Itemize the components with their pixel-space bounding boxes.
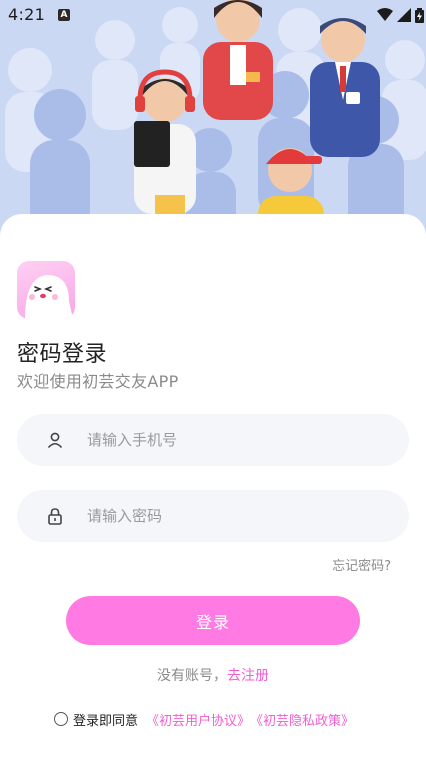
lock-icon <box>48 508 62 525</box>
cell-signal-icon <box>397 8 411 22</box>
privacy-policy-link[interactable]: 《初芸隐私政策》 <box>250 710 354 729</box>
password-field[interactable] <box>17 490 409 542</box>
status-bar: 4:21 A <box>0 0 426 30</box>
login-button[interactable]: 登录 <box>66 596 360 645</box>
agreement-row: 登录即同意 《初芸用户协议》 《初芸隐私政策》 <box>54 709 354 729</box>
app-logo <box>17 261 75 319</box>
register-link[interactable]: 去注册 <box>227 668 269 684</box>
register-prompt: 没有账号， <box>157 668 227 684</box>
password-input[interactable] <box>87 490 387 542</box>
crowd-of-people-illustration <box>0 0 426 240</box>
forgot-password-link[interactable]: 忘记密码? <box>332 555 391 574</box>
hero-illustration <box>0 0 426 240</box>
agreement-checkbox[interactable] <box>54 712 68 726</box>
battery-icon <box>415 7 424 23</box>
status-indicators <box>377 7 424 23</box>
register-row: 没有账号，去注册 <box>0 665 426 685</box>
status-time: 4:21 <box>8 5 46 24</box>
ghost-mascot-icon <box>25 275 73 319</box>
wifi-icon <box>377 8 393 21</box>
agreement-text: 登录即同意 <box>73 713 139 729</box>
page-title: 密码登录 <box>17 342 108 367</box>
notification-icon: A <box>58 9 70 21</box>
phone-field[interactable] <box>17 414 409 466</box>
page-subtitle: 欢迎使用初芸交友APP <box>17 372 179 391</box>
user-icon <box>47 432 63 449</box>
user-agreement-link[interactable]: 《初芸用户协议》 <box>146 710 250 729</box>
phone-input[interactable] <box>87 414 387 466</box>
